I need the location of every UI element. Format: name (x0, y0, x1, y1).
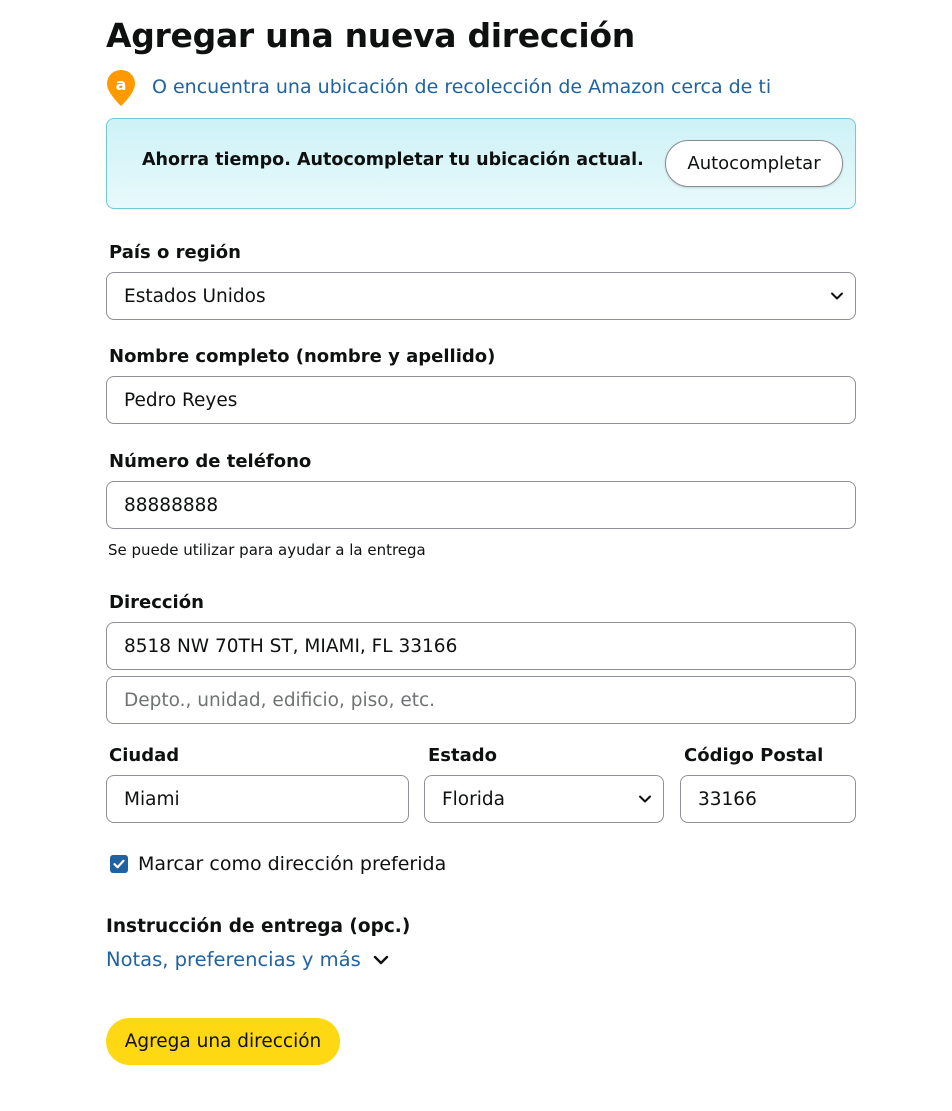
checkmark-icon (113, 859, 125, 869)
zip-input[interactable]: 33166 (680, 775, 856, 823)
full-name-input[interactable]: Pedro Reyes (106, 376, 856, 424)
page-title: Agregar una nueva dirección (106, 16, 635, 55)
add-address-button[interactable]: Agrega una dirección (106, 1018, 340, 1065)
city-input[interactable]: Miami (106, 775, 409, 823)
address-line1-input[interactable]: 8518 NW 70TH ST, MIAMI, FL 33166 (106, 622, 856, 670)
pickup-location-row[interactable]: a O encuentra una ubicación de recolecci… (106, 68, 771, 108)
country-label: País o región (109, 242, 241, 263)
amazon-location-pin-icon: a (106, 69, 136, 107)
chevron-down-icon (373, 955, 388, 964)
delivery-notes-link[interactable]: Notas, preferencias y más (106, 948, 361, 971)
phone-input[interactable]: 88888888 (106, 481, 856, 529)
full-name-label: Nombre completo (nombre y apellido) (109, 346, 496, 367)
state-select[interactable]: Florida (424, 775, 664, 823)
chevron-down-icon (831, 292, 843, 300)
preferred-address-row[interactable]: Marcar como dirección preferida (110, 853, 446, 875)
svg-text:a: a (116, 75, 127, 94)
phone-label: Número de teléfono (109, 451, 312, 472)
preferred-address-checkbox[interactable] (110, 855, 128, 873)
preferred-address-label: Marcar como dirección preferida (138, 853, 447, 875)
autofill-banner: Ahorra tiempo. Autocompletar tu ubicació… (106, 118, 856, 209)
state-label: Estado (428, 745, 498, 766)
city-label: Ciudad (109, 745, 180, 766)
address-line2-input[interactable]: Depto., unidad, edificio, piso, etc. (106, 676, 856, 724)
country-value: Estados Unidos (124, 285, 266, 307)
state-value: Florida (442, 788, 505, 810)
delivery-instructions-label: Instrucción de entrega (opc.) (106, 916, 411, 937)
autofill-button[interactable]: Autocompletar (665, 140, 843, 187)
delivery-notes-toggle[interactable]: Notas, preferencias y más (106, 948, 391, 971)
autofill-text: Ahorra tiempo. Autocompletar tu ubicació… (142, 150, 644, 170)
zip-label: Código Postal (684, 745, 824, 766)
chevron-down-icon (639, 795, 651, 803)
pickup-location-link[interactable]: O encuentra una ubicación de recolección… (152, 76, 771, 98)
address-label: Dirección (109, 592, 204, 613)
phone-hint: Se puede utilizar para ayudar a la entre… (108, 541, 426, 559)
country-select[interactable]: Estados Unidos (106, 272, 856, 320)
